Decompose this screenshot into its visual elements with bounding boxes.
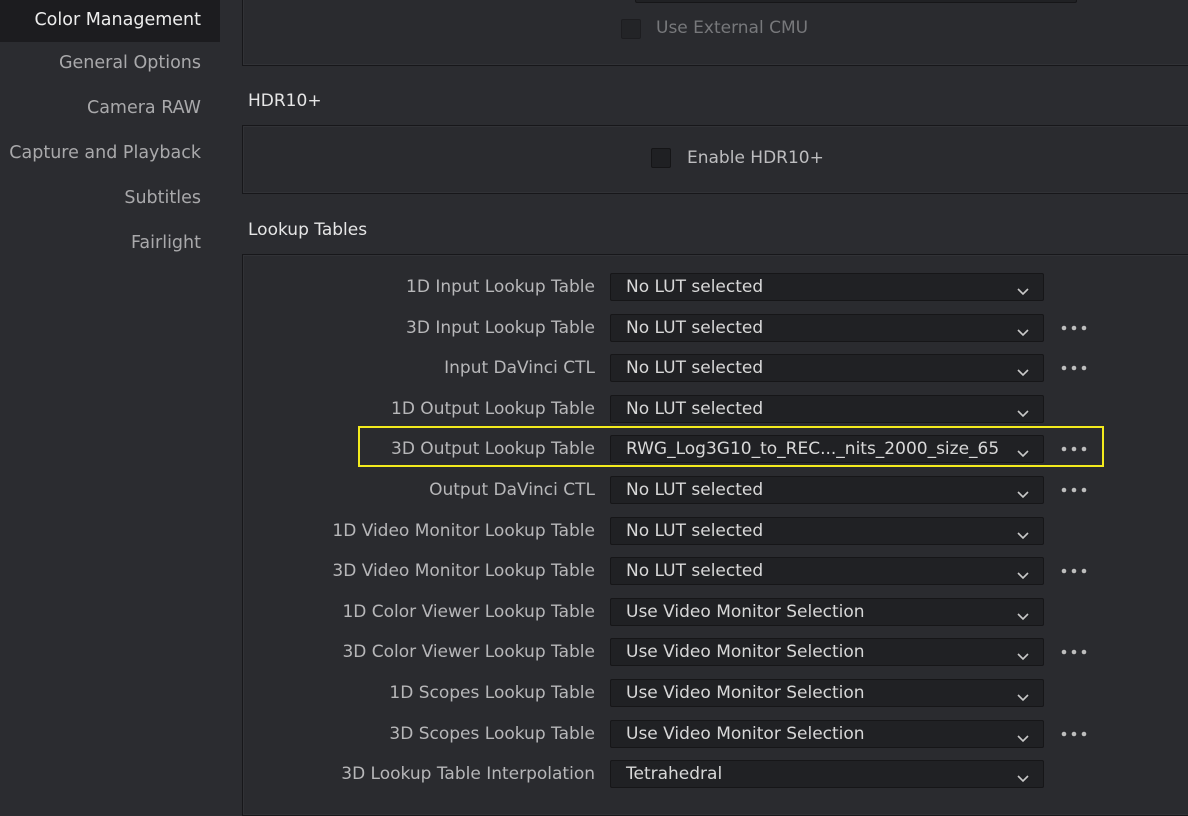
1d-scopes-lookup-table-value: Use Video Monitor Selection <box>626 683 865 703</box>
1d-input-lookup-table-dropdown[interactable]: No LUT selected <box>610 273 1044 301</box>
3d-video-monitor-lookup-table-dropdown[interactable]: No LUT selected <box>610 557 1044 585</box>
3d-scopes-lookup-table-label: 3D Scopes Lookup Table <box>389 724 595 744</box>
1d-scopes-lookup-table-dropdown[interactable]: Use Video Monitor Selection <box>610 679 1044 707</box>
input-davinci-ctl-label: Input DaVinci CTL <box>444 358 595 378</box>
chevron-down-icon <box>1017 363 1029 377</box>
use-external-cmu-label: Use External CMU <box>656 18 809 38</box>
3d-lookup-table-interpolation-value: Tetrahedral <box>626 764 723 784</box>
3d-lookup-table-interpolation-dropdown[interactable]: Tetrahedral <box>610 760 1044 788</box>
3d-output-lookup-table-label: 3D Output Lookup Table <box>391 439 595 459</box>
chevron-down-icon <box>1017 688 1029 702</box>
1d-output-lookup-table-value: No LUT selected <box>626 399 764 419</box>
3d-input-lookup-table-dropdown[interactable]: No LUT selected <box>610 314 1044 342</box>
use-external-cmu-checkbox[interactable] <box>621 19 641 39</box>
3d-video-monitor-lookup-table-value: No LUT selected <box>626 561 764 581</box>
1d-scopes-lookup-table-label: 1D Scopes Lookup Table <box>389 683 595 703</box>
3d-scopes-lookup-table-dropdown[interactable]: Use Video Monitor Selection <box>610 720 1044 748</box>
chevron-down-icon <box>1017 444 1029 458</box>
enable-hdr10plus-checkbox[interactable] <box>651 148 671 168</box>
hdr10plus-title: HDR10+ <box>248 91 322 111</box>
sidebar-item-color-management[interactable]: Color Management <box>0 0 220 42</box>
enable-hdr10plus-label: Enable HDR10+ <box>687 148 824 168</box>
more-options-icon[interactable] <box>1060 358 1090 378</box>
3d-input-lookup-table-value: No LUT selected <box>626 318 764 338</box>
3d-video-monitor-lookup-table-label: 3D Video Monitor Lookup Table <box>332 561 595 581</box>
3d-color-viewer-lookup-table-label: 3D Color Viewer Lookup Table <box>342 642 595 662</box>
chevron-down-icon <box>1017 769 1029 783</box>
output-davinci-ctl-dropdown[interactable]: No LUT selected <box>610 476 1044 504</box>
output-davinci-ctl-value: No LUT selected <box>626 480 764 500</box>
more-options-icon[interactable] <box>1060 561 1090 581</box>
3d-input-lookup-table-label: 3D Input Lookup Table <box>406 318 595 338</box>
1d-output-lookup-table-label: 1D Output Lookup Table <box>391 399 595 419</box>
sidebar-item-camera-raw[interactable]: Camera RAW <box>0 88 220 130</box>
color-management-box: Use External CMU <box>242 0 1188 66</box>
1d-video-monitor-lookup-table-dropdown[interactable]: No LUT selected <box>610 517 1044 545</box>
preferences-sidebar: Color Management General Options Camera … <box>0 0 220 800</box>
1d-color-viewer-lookup-table-label: 1D Color Viewer Lookup Table <box>342 602 595 622</box>
chevron-down-icon <box>1017 566 1029 580</box>
3d-scopes-lookup-table-value: Use Video Monitor Selection <box>626 724 865 744</box>
sidebar-item-subtitles[interactable]: Subtitles <box>0 178 220 220</box>
sidebar-item-fairlight[interactable]: Fairlight <box>0 223 220 265</box>
3d-color-viewer-lookup-table-dropdown[interactable]: Use Video Monitor Selection <box>610 638 1044 666</box>
1d-video-monitor-lookup-table-label: 1D Video Monitor Lookup Table <box>332 521 595 541</box>
settings-panel: Use External CMU HDR10+ Enable HDR10+ Lo… <box>220 0 1188 816</box>
more-options-icon[interactable] <box>1060 480 1090 500</box>
1d-color-viewer-lookup-table-dropdown[interactable]: Use Video Monitor Selection <box>610 598 1044 626</box>
3d-lookup-table-interpolation-label: 3D Lookup Table Interpolation <box>341 764 595 784</box>
3d-color-viewer-lookup-table-value: Use Video Monitor Selection <box>626 642 865 662</box>
1d-input-lookup-table-label: 1D Input Lookup Table <box>406 277 595 297</box>
1d-input-lookup-table-value: No LUT selected <box>626 277 764 297</box>
chevron-down-icon <box>1017 526 1029 540</box>
top-dropdown[interactable] <box>635 0 1077 3</box>
chevron-down-icon <box>1017 647 1029 661</box>
more-options-icon[interactable] <box>1060 318 1090 338</box>
chevron-down-icon <box>1017 729 1029 743</box>
1d-color-viewer-lookup-table-value: Use Video Monitor Selection <box>626 602 865 622</box>
chevron-down-icon <box>1017 323 1029 337</box>
more-options-icon[interactable] <box>1060 724 1090 744</box>
output-davinci-ctl-label: Output DaVinci CTL <box>429 480 595 500</box>
chevron-down-icon <box>1017 607 1029 621</box>
1d-output-lookup-table-dropdown[interactable]: No LUT selected <box>610 395 1044 423</box>
sidebar-item-capture-and-playback[interactable]: Capture and Playback <box>0 133 220 175</box>
more-options-icon[interactable] <box>1060 642 1090 662</box>
lookup-tables-title: Lookup Tables <box>248 220 368 240</box>
chevron-down-icon <box>1017 282 1029 296</box>
3d-output-lookup-table-value: RWG_Log3G10_to_REC..._nits_2000_size_65 <box>626 439 1000 459</box>
chevron-down-icon <box>1017 485 1029 499</box>
sidebar-item-general-options[interactable]: General Options <box>0 43 220 85</box>
more-options-icon[interactable] <box>1060 439 1090 459</box>
1d-video-monitor-lookup-table-value: No LUT selected <box>626 521 764 541</box>
hdr10plus-box: Enable HDR10+ <box>242 125 1188 194</box>
chevron-down-icon <box>1017 404 1029 418</box>
input-davinci-ctl-value: No LUT selected <box>626 358 764 378</box>
3d-output-lookup-table-dropdown[interactable]: RWG_Log3G10_to_REC..._nits_2000_size_65 <box>610 435 1044 463</box>
input-davinci-ctl-dropdown[interactable]: No LUT selected <box>610 354 1044 382</box>
